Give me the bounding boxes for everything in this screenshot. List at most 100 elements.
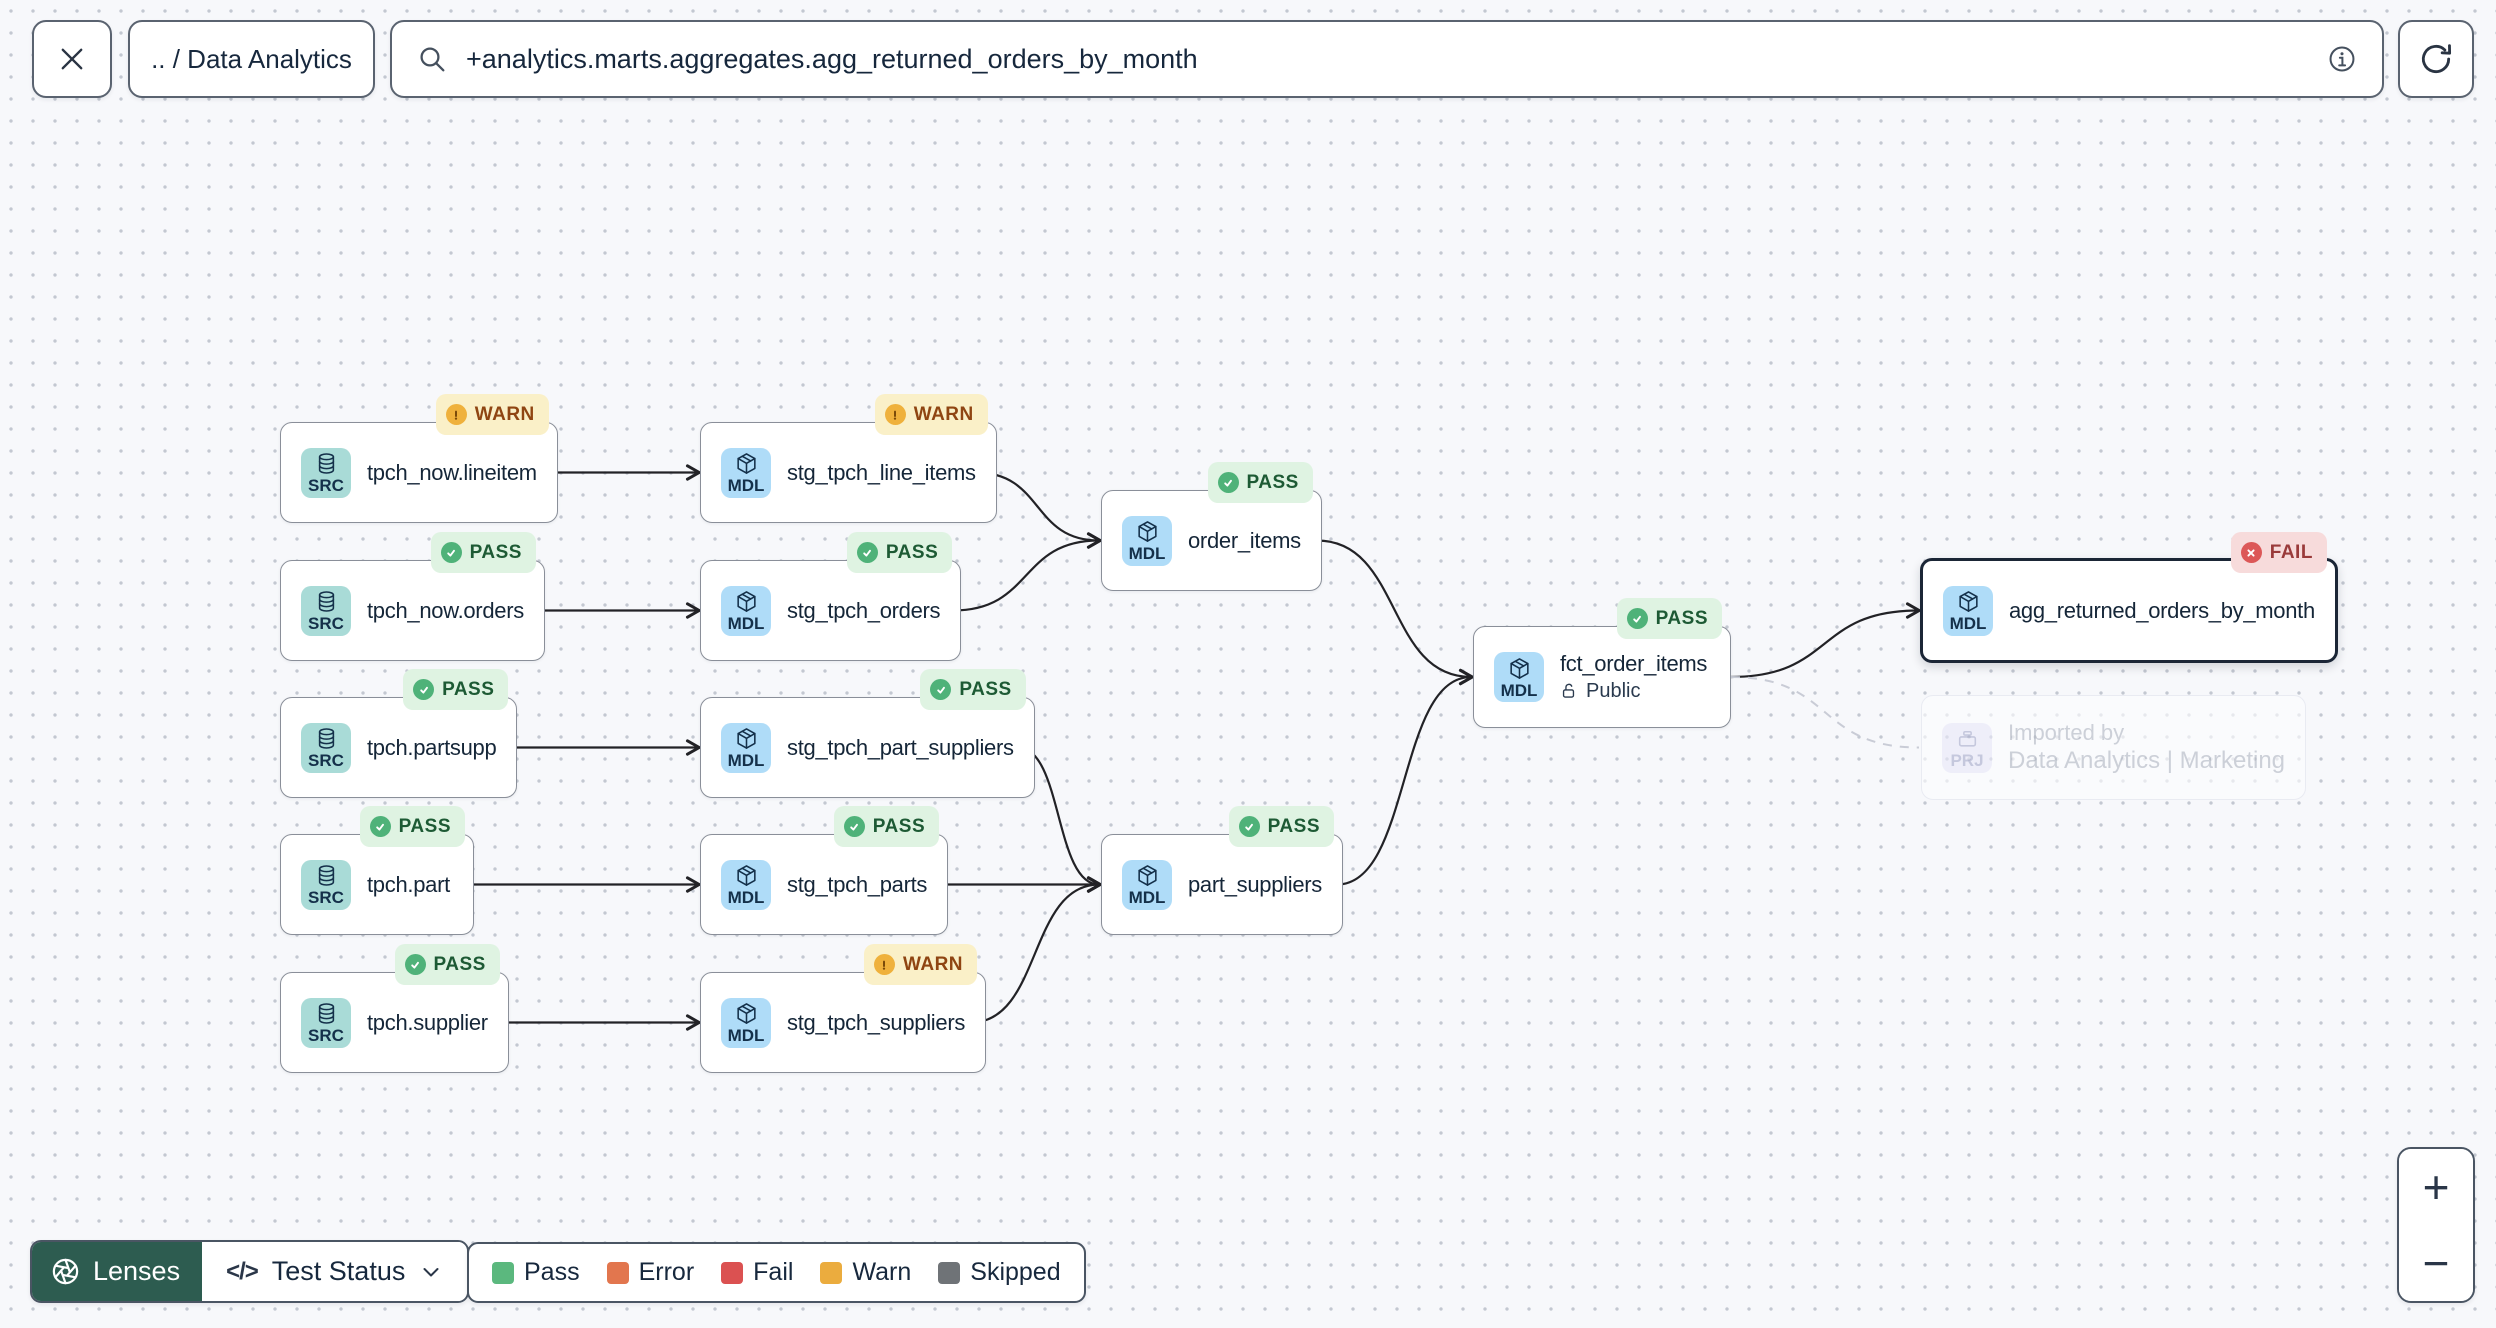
node-title: part_suppliers	[1188, 871, 1322, 897]
cube-icon: MDL	[1494, 652, 1544, 702]
cube-icon: MDL	[721, 447, 771, 498]
legend-label: Warn	[852, 1258, 912, 1286]
status-badge: WARN	[435, 394, 549, 435]
lenses-button[interactable]: Lenses	[32, 1242, 203, 1301]
importing-project-label: Data Analytics | Marketing	[2008, 747, 2286, 774]
node-tpch_partsupp[interactable]: SRC tpch.partsupp PASS	[280, 669, 518, 798]
database-icon: SRC	[301, 585, 351, 636]
status-pass-icon	[369, 816, 391, 837]
legend-label: Skipped	[970, 1258, 1061, 1286]
node-type-label: MDL	[1949, 614, 1987, 633]
status-pass-icon	[843, 816, 865, 837]
status-pass-icon	[930, 679, 952, 700]
node-title: fct_order_items	[1560, 651, 1708, 676]
legend-label: Pass	[524, 1258, 580, 1286]
status-badge: PASS	[394, 944, 500, 985]
node-title: tpch.supplier	[367, 1009, 488, 1035]
cube-icon: MDL	[1122, 515, 1172, 566]
node-tpch_now_orders[interactable]: SRC tpch_now.orders PASS	[280, 532, 545, 661]
status-badge: WARN	[874, 394, 988, 435]
node-part_suppliers[interactable]: MDL part_suppliers PASS	[1101, 806, 1343, 935]
node-fct_order_items[interactable]: MDL fct_order_items Public PASS	[1473, 598, 1731, 728]
status-badge: WARN	[863, 944, 978, 985]
node-title: stg_tpch_part_suppliers	[787, 734, 1014, 760]
node-order_items[interactable]: MDL order_items PASS	[1101, 462, 1322, 591]
node-tpch_part[interactable]: SRC tpch.part PASS	[280, 806, 474, 935]
node-type-label: MDL	[1500, 680, 1538, 700]
status-warn-icon	[445, 404, 467, 425]
node-title: stg_tpch_line_items	[787, 459, 976, 485]
cube-icon: MDL	[721, 859, 771, 910]
legend-label: Error	[638, 1258, 695, 1286]
database-icon: SRC	[301, 722, 351, 773]
node-title: stg_tpch_suppliers	[787, 1009, 966, 1035]
node-type-label: MDL	[727, 614, 765, 633]
legend-label: Fail	[753, 1258, 794, 1286]
cube-icon: MDL	[1943, 585, 1993, 636]
zoom-out-button[interactable]: −	[2399, 1225, 2473, 1301]
status-badge: PASS	[833, 806, 940, 847]
legend-item-warn: Warn	[820, 1258, 911, 1287]
test-status-legend: Pass Error Fail Warn Skipped	[467, 1242, 1086, 1303]
access-row: Public	[1560, 680, 1707, 703]
status-pass-icon	[1217, 472, 1239, 493]
node-title: tpch.part	[367, 871, 450, 897]
node-type-label: MDL	[1128, 888, 1166, 907]
status-pass-icon	[856, 542, 878, 563]
node-type-label: MDL	[1128, 544, 1166, 563]
node-type-label: MDL	[727, 751, 765, 770]
zoom-in-button[interactable]: +	[2399, 1149, 2473, 1225]
node-type-label: MDL	[727, 476, 765, 495]
test-status-dropdown[interactable]: </> Test Status	[202, 1242, 468, 1301]
database-icon: SRC	[301, 859, 351, 910]
node-stg_tpch_orders[interactable]: MDL stg_tpch_orders PASS	[700, 532, 962, 661]
status-warn-icon	[884, 404, 906, 425]
node-tpch_supplier[interactable]: SRC tpch.supplier PASS	[280, 944, 509, 1073]
node-title: stg_tpch_parts	[787, 871, 928, 897]
imported-by-label: Imported by	[2008, 720, 2125, 745]
node-type-label: MDL	[727, 1026, 765, 1045]
node-stg_tpch_line_items[interactable]: MDL stg_tpch_line_items WARN	[700, 394, 997, 523]
cube-icon: MDL	[1122, 859, 1172, 910]
node-title: order_items	[1188, 527, 1301, 553]
status-badge: PASS	[430, 532, 536, 573]
cube-icon: MDL	[721, 722, 771, 773]
status-warn-icon	[873, 954, 895, 975]
lineage-canvas[interactable]: SRC tpch_now.lineitem WARN SRC tpch_now.…	[0, 0, 2496, 1328]
code-icon: </>	[226, 1257, 259, 1285]
project-icon: PRJ	[1942, 722, 1992, 773]
status-badge: PASS	[1207, 462, 1313, 503]
status-pass-icon	[1238, 816, 1260, 837]
status-badge: PASS	[920, 669, 1026, 710]
status-pass-icon	[413, 679, 435, 700]
database-icon: SRC	[301, 447, 351, 498]
node-stg_tpch_suppliers[interactable]: MDL stg_tpch_suppliers WARN	[700, 944, 987, 1073]
status-badge: PASS	[1228, 806, 1334, 847]
status-badge: PASS	[403, 669, 509, 710]
node-imported_by: PRJ Imported by Data Analytics | Marketi…	[1921, 695, 2307, 800]
status-badge: FAIL	[2230, 532, 2327, 573]
node-title: tpch_now.lineitem	[367, 459, 537, 485]
node-agg_returned_orders_by_month[interactable]: MDL agg_returned_orders_by_month FAIL	[1920, 532, 2338, 663]
database-icon: SRC	[301, 997, 351, 1048]
lens-control-group: Lenses </> Test Status	[30, 1240, 470, 1303]
legend-swatch	[820, 1261, 843, 1284]
legend-item-error: Error	[606, 1258, 695, 1287]
status-pass-icon	[1626, 608, 1648, 629]
lock-open-icon	[1560, 682, 1579, 701]
node-stg_tpch_part_suppliers[interactable]: MDL stg_tpch_part_suppliers PASS	[700, 669, 1035, 798]
status-badge: PASS	[1616, 598, 1722, 639]
status-pass-icon	[440, 542, 462, 563]
node-stg_tpch_parts[interactable]: MDL stg_tpch_parts PASS	[700, 806, 949, 935]
cube-icon: MDL	[721, 997, 771, 1048]
lenses-label: Lenses	[93, 1256, 181, 1286]
node-tpch_now_lineitem[interactable]: SRC tpch_now.lineitem WARN	[280, 394, 558, 523]
legend-item-skipped: Skipped	[938, 1258, 1061, 1287]
node-type-label: SRC	[308, 614, 344, 633]
status-badge: PASS	[359, 806, 465, 847]
node-type-label: SRC	[308, 476, 344, 495]
chevron-down-icon	[419, 1260, 443, 1284]
legend-swatch	[492, 1261, 514, 1284]
node-type-label: SRC	[308, 1026, 344, 1045]
node-type-label: SRC	[308, 888, 344, 907]
